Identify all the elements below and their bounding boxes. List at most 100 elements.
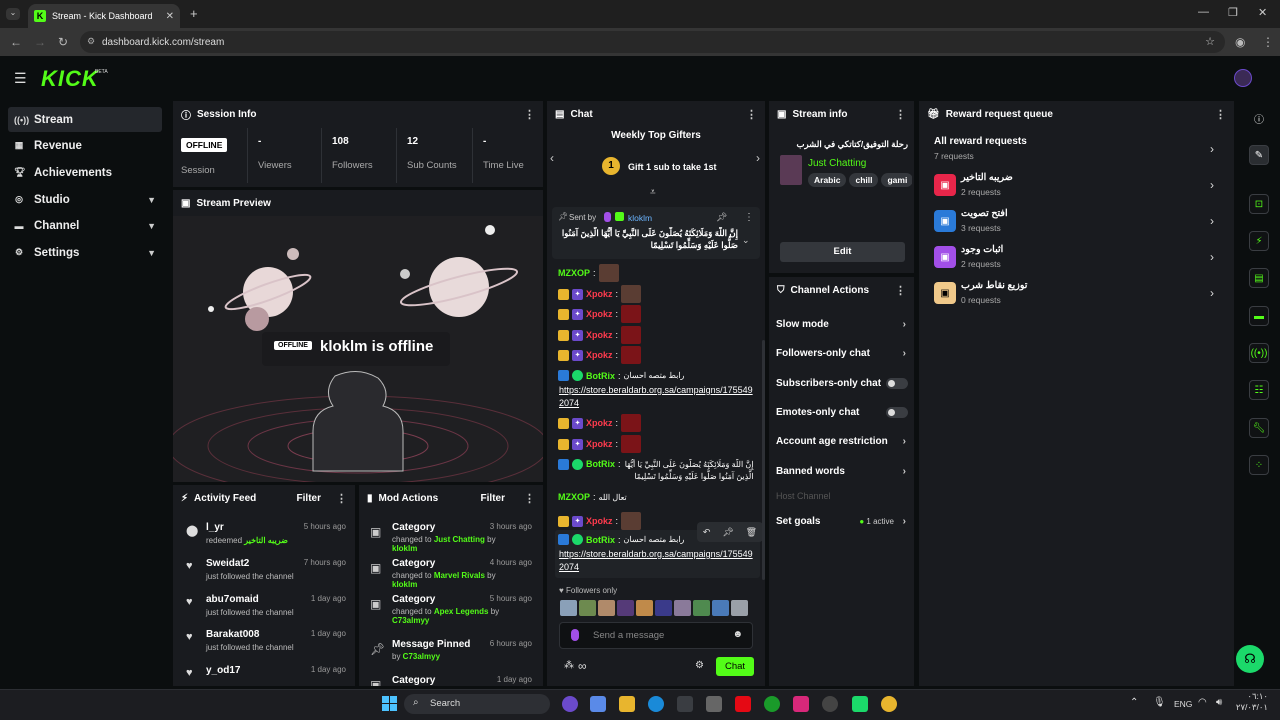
filter-button[interactable]: Filter xyxy=(481,493,505,504)
reward-item[interactable]: ▣ اثبات وجود 2 requests › xyxy=(934,242,1218,272)
sidebar-item-stream[interactable]: ((•)) Stream xyxy=(8,107,162,132)
support-chat-button[interactable]: ☊ xyxy=(1236,645,1264,673)
edit-button[interactable]: Edit xyxy=(780,242,905,262)
tray-chevron-icon[interactable]: ⌃ xyxy=(1130,697,1138,708)
emote-icon[interactable] xyxy=(655,600,672,616)
kick-logo[interactable]: KICK xyxy=(41,66,99,92)
sidebar-item-settings[interactable]: ⚙ Settings ▼ xyxy=(8,240,162,265)
chat-username[interactable]: MZXOP xyxy=(558,268,590,278)
chat-link[interactable]: https://store.beraldarb.org.sa/campaigns… xyxy=(559,548,754,574)
pinned-user[interactable]: kloklm xyxy=(628,213,652,223)
chat-username[interactable]: Xpokz xyxy=(586,289,613,299)
chat-scrollbar[interactable] xyxy=(762,340,765,580)
chat-username[interactable]: Xpokz xyxy=(586,418,613,428)
tab-list-icon[interactable]: ⌄ xyxy=(6,8,20,20)
instagram-icon[interactable] xyxy=(793,696,809,712)
wifi-icon[interactable]: ◠ xyxy=(1198,697,1207,708)
slow-mode-item[interactable]: Slow mode › xyxy=(776,319,908,330)
account-age-item[interactable]: Account age restriction › xyxy=(776,436,908,447)
microphone-icon[interactable]: 🎙︎ xyxy=(1153,697,1166,708)
browser-tab[interactable]: K Stream - Kick Dashboard ✕ xyxy=(28,4,180,28)
site-info-icon[interactable]: ⚙ xyxy=(87,36,95,47)
gift-cta[interactable]: Gift 1 sub to take 1st xyxy=(628,162,717,172)
clock[interactable]: ٠٦:١٠ ٢٧/٠٣/٠١ xyxy=(1234,691,1268,713)
chat-username[interactable]: Xpokz xyxy=(586,309,613,319)
emote-icon[interactable] xyxy=(617,600,634,616)
delete-icon[interactable]: 🗑︎ xyxy=(746,527,757,538)
emote-icon[interactable] xyxy=(560,600,577,616)
maximize-icon[interactable]: ❐ xyxy=(1228,6,1238,19)
minimize-icon[interactable]: — xyxy=(1198,6,1209,18)
points-icon[interactable]: ⁂ xyxy=(564,660,574,671)
unpin-icon[interactable]: 📌︎ xyxy=(716,212,727,223)
edge-icon[interactable] xyxy=(648,696,664,712)
close-tab-icon[interactable]: ✕ xyxy=(166,11,174,22)
windows-start-icon[interactable] xyxy=(382,696,397,711)
kebab-menu-icon[interactable]: ⋮ xyxy=(524,108,535,121)
wrench-icon[interactable]: 🔧︎ xyxy=(1249,418,1269,438)
send-chat-button[interactable]: Chat xyxy=(716,657,754,676)
message-input[interactable]: Send a message ☻ xyxy=(559,622,753,649)
chat-username[interactable]: BotRix xyxy=(586,371,615,381)
category-name[interactable]: Just Chatting xyxy=(808,158,866,169)
app-icon[interactable] xyxy=(852,696,868,712)
file-explorer-icon[interactable] xyxy=(619,696,635,712)
chat-settings-icon[interactable]: ⚙ xyxy=(695,660,704,671)
kebab-menu-icon[interactable]: ⋮ xyxy=(895,108,906,121)
hamburger-menu-icon[interactable]: ☰ xyxy=(14,70,27,87)
profile-icon[interactable]: ◉ xyxy=(1235,35,1245,49)
emote-icon[interactable] xyxy=(598,600,615,616)
kebab-menu-icon[interactable]: ⋮ xyxy=(336,492,347,505)
pin-icon[interactable]: 📌︎ xyxy=(722,527,733,538)
subscribers-only-toggle[interactable] xyxy=(886,378,908,389)
language-indicator[interactable]: ENG xyxy=(1174,699,1192,709)
chevron-down-icon[interactable]: ⌄ xyxy=(742,235,750,246)
emote-icon[interactable] xyxy=(636,600,653,616)
broadcast-icon[interactable]: ((•)) xyxy=(1249,343,1269,363)
emote-icon[interactable] xyxy=(579,600,596,616)
next-arrow-icon[interactable]: › xyxy=(756,151,760,165)
user-avatar[interactable] xyxy=(1234,69,1252,87)
close-window-icon[interactable]: ✕ xyxy=(1258,6,1267,19)
emote-icon[interactable] xyxy=(712,600,729,616)
chat-icon[interactable]: ▬ xyxy=(1249,306,1269,326)
preview-icon[interactable]: ⊡ xyxy=(1249,194,1269,214)
chat-username[interactable]: Xpokz xyxy=(586,516,613,526)
emote-icon[interactable] xyxy=(731,600,748,616)
chat-username[interactable]: BotRix xyxy=(586,459,615,469)
emote-icon[interactable] xyxy=(693,600,710,616)
all-rewards-item[interactable]: All reward requests 7 requests › xyxy=(934,134,1218,164)
store-icon[interactable] xyxy=(677,696,693,712)
emotes-only-toggle[interactable] xyxy=(886,407,908,418)
prev-arrow-icon[interactable]: ‹ xyxy=(550,151,554,165)
panels-icon[interactable]: ☷ xyxy=(1249,380,1269,400)
reward-item[interactable]: ▣ ضريبه التاخير 2 requests › xyxy=(934,170,1218,200)
scroll-down-icon[interactable]: ⩡ xyxy=(650,187,656,198)
browser-menu-icon[interactable]: ⋮ xyxy=(1262,35,1274,49)
chrome-icon[interactable] xyxy=(881,696,897,712)
emote-icon[interactable] xyxy=(674,600,691,616)
reward-item[interactable]: ▣ افتح تصويت 3 requests › xyxy=(934,206,1218,236)
back-icon[interactable]: ← xyxy=(10,35,22,49)
chat-link[interactable]: https://store.beraldarb.org.sa/campaigns… xyxy=(559,384,754,410)
app-icon[interactable] xyxy=(706,696,722,712)
bookmark-star-icon[interactable]: ☆ xyxy=(1205,35,1215,48)
kebab-menu-icon[interactable]: ⋮ xyxy=(744,212,754,223)
reply-icon[interactable]: ↶ xyxy=(703,527,711,538)
taskbar-search[interactable]: ⌕ Search xyxy=(404,694,550,714)
filter-button[interactable]: Filter xyxy=(297,493,321,504)
lightning-icon[interactable]: ⚡︎ xyxy=(1249,231,1269,251)
kebab-menu-icon[interactable]: ⋮ xyxy=(524,492,535,505)
chat-username[interactable]: Xpokz xyxy=(586,330,613,340)
info-icon[interactable]: ⓘ xyxy=(1249,108,1269,128)
edit-layout-icon[interactable]: ✎ xyxy=(1249,145,1269,165)
sidebar-item-channel[interactable]: ▬ Channel ▼ xyxy=(8,213,162,238)
kebab-menu-icon[interactable]: ⋮ xyxy=(895,284,906,297)
chat-username[interactable]: Xpokz xyxy=(586,350,613,360)
kebab-menu-icon[interactable]: ⋮ xyxy=(746,108,757,121)
chat-username[interactable]: MZXOP xyxy=(558,492,590,502)
emoji-icon[interactable]: ☻ xyxy=(732,629,743,640)
new-tab-button[interactable]: + xyxy=(190,6,198,21)
reward-item[interactable]: ▣ توزيع نقاط شرب 0 requests › xyxy=(934,278,1218,308)
chat-username[interactable]: BotRix xyxy=(586,535,615,545)
